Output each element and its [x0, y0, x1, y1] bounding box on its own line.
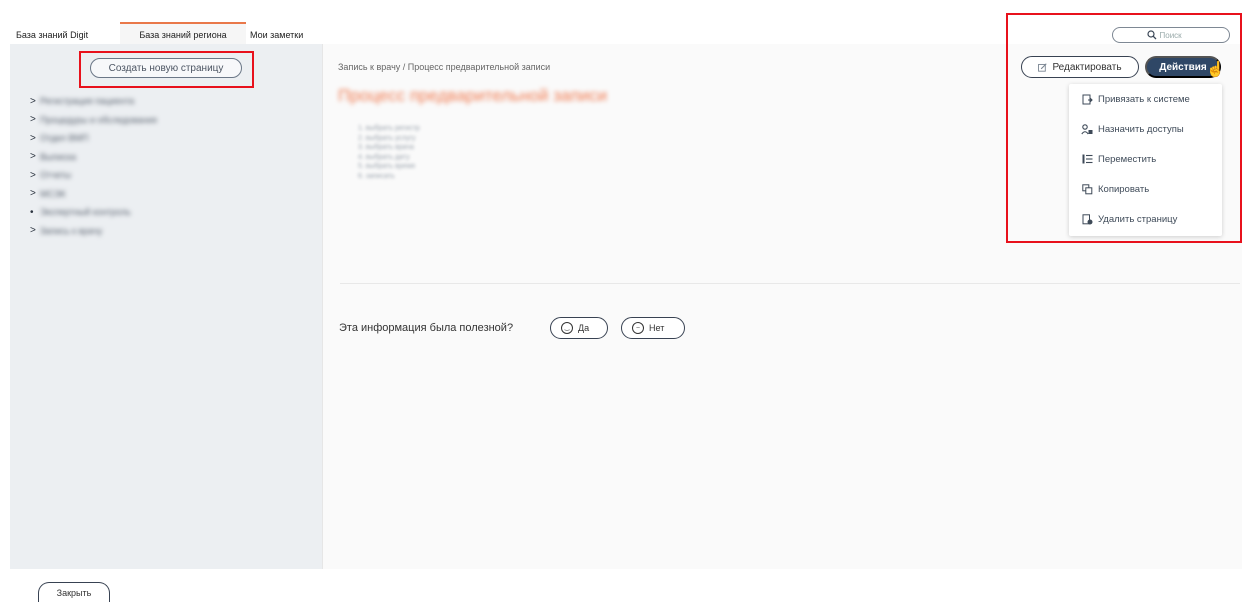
tree-item-label: Процедуры и обследования	[40, 114, 157, 125]
chevron-right-icon: >	[30, 225, 36, 237]
actions-dropdown-menu: Привязать к системе Назначить доступы Пе…	[1069, 84, 1222, 236]
feedback-yes-label: Да	[578, 323, 590, 333]
smile-icon: ‿	[561, 322, 573, 334]
delete-page-icon	[1081, 213, 1093, 225]
tree-item[interactable]: > Выписка	[30, 148, 157, 167]
edit-icon	[1038, 62, 1048, 72]
content-line: 2. выбрать услугу	[358, 134, 416, 142]
tree-item[interactable]: • Экспертный контроль	[30, 203, 157, 222]
tree-item[interactable]: > МСЭК	[30, 185, 157, 204]
content-line: 6. записать	[358, 172, 395, 180]
search-box[interactable]	[1112, 27, 1230, 43]
divider	[340, 283, 1240, 284]
tree-item-label: Запись к врачу	[40, 225, 103, 236]
content-line: 1. выбрать регистр	[358, 125, 420, 132]
feedback-no-label: Нет	[649, 323, 665, 333]
tree-item-label: Экспертный контроль	[40, 207, 131, 218]
menu-item-move[interactable]: Переместить	[1069, 144, 1222, 174]
feedback-question: Эта информация была полезной?	[339, 322, 514, 334]
tree-item-label: МСЭК	[40, 188, 66, 199]
content-line: 5. выбрать время	[358, 163, 416, 170]
menu-item-label: Привязать к системе	[1098, 93, 1190, 105]
menu-item-label: Копировать	[1098, 183, 1150, 195]
tree-item[interactable]: > Регистрация пациента	[30, 92, 157, 111]
page-content-list: 1. выбрать регистр 2. выбрать услугу 3. …	[358, 124, 420, 181]
chevron-right-icon: >	[30, 114, 36, 126]
chevron-right-icon: >	[30, 188, 36, 200]
menu-item-label: Переместить	[1098, 153, 1157, 165]
chevron-right-icon: >	[30, 95, 36, 107]
feedback-no-button[interactable]: – Нет	[621, 317, 685, 339]
hand-cursor-icon: ☝	[1206, 61, 1225, 78]
breadcrumb: Запись к врачу / Процесс предварительной…	[338, 62, 551, 72]
sidebar: Создать новую страницу > Регистрация паци…	[10, 44, 323, 569]
tree-item-label: Выписка	[40, 151, 77, 162]
tree-item[interactable]: > Отдел ВМП	[30, 129, 157, 148]
menu-item-delete-page[interactable]: Удалить страницу	[1069, 204, 1222, 234]
menu-item-link-to-system[interactable]: Привязать к системе	[1069, 84, 1222, 114]
tab-digit-knowledge-base[interactable]: База знаний Digit	[16, 22, 120, 44]
create-new-page-button[interactable]: Создать новую страницу	[90, 58, 242, 78]
tree-item[interactable]: > Отчеты	[30, 166, 157, 185]
feedback-yes-button[interactable]: ‿ Да	[550, 317, 608, 339]
tree-item[interactable]: > Процедуры и обследования	[30, 111, 157, 130]
tree-item-label: Отдел ВМП	[40, 133, 89, 144]
neutral-face-icon: –	[632, 322, 644, 334]
menu-item-assign-access[interactable]: Назначить доступы	[1069, 114, 1222, 144]
knowledge-base-window: База знаний Digit База знаний региона Мо…	[10, 0, 1242, 602]
tree-item[interactable]: > Запись к врачу	[30, 222, 157, 241]
edit-button-label: Редактировать	[1052, 61, 1122, 73]
move-icon	[1081, 153, 1093, 165]
tree-item-label: Регистрация пациента	[40, 96, 135, 107]
menu-item-label: Удалить страницу	[1098, 213, 1178, 225]
chevron-right-icon: >	[30, 132, 36, 144]
menu-item-copy[interactable]: Копировать	[1069, 174, 1222, 204]
menu-item-label: Назначить доступы	[1098, 123, 1184, 135]
content-line: 3. выбрать врача	[358, 144, 414, 151]
search-icon	[1146, 30, 1156, 40]
copy-icon	[1081, 183, 1093, 195]
tab-bar: База знаний Digit База знаний региона Мо…	[10, 22, 303, 44]
link-system-icon	[1081, 93, 1093, 105]
chevron-right-icon: >	[30, 151, 36, 163]
close-button[interactable]: Закрыть	[38, 582, 110, 602]
tab-region-knowledge-base[interactable]: База знаний региона	[120, 22, 246, 44]
content-line: 4. выбрать дату	[358, 153, 410, 161]
bullet-icon: •	[30, 206, 34, 218]
tab-my-notes[interactable]: Мои заметки	[250, 22, 303, 44]
page-title: Процесс предварительной записи	[338, 86, 608, 105]
tree-item-label: Отчеты	[40, 170, 72, 181]
assign-access-icon	[1081, 123, 1093, 135]
edit-button[interactable]: Редактировать	[1021, 56, 1139, 78]
chevron-right-icon: >	[30, 169, 36, 181]
page-tree: > Регистрация пациента > Процедуры и обсле…	[30, 92, 157, 240]
search-input[interactable]	[1159, 30, 1196, 40]
